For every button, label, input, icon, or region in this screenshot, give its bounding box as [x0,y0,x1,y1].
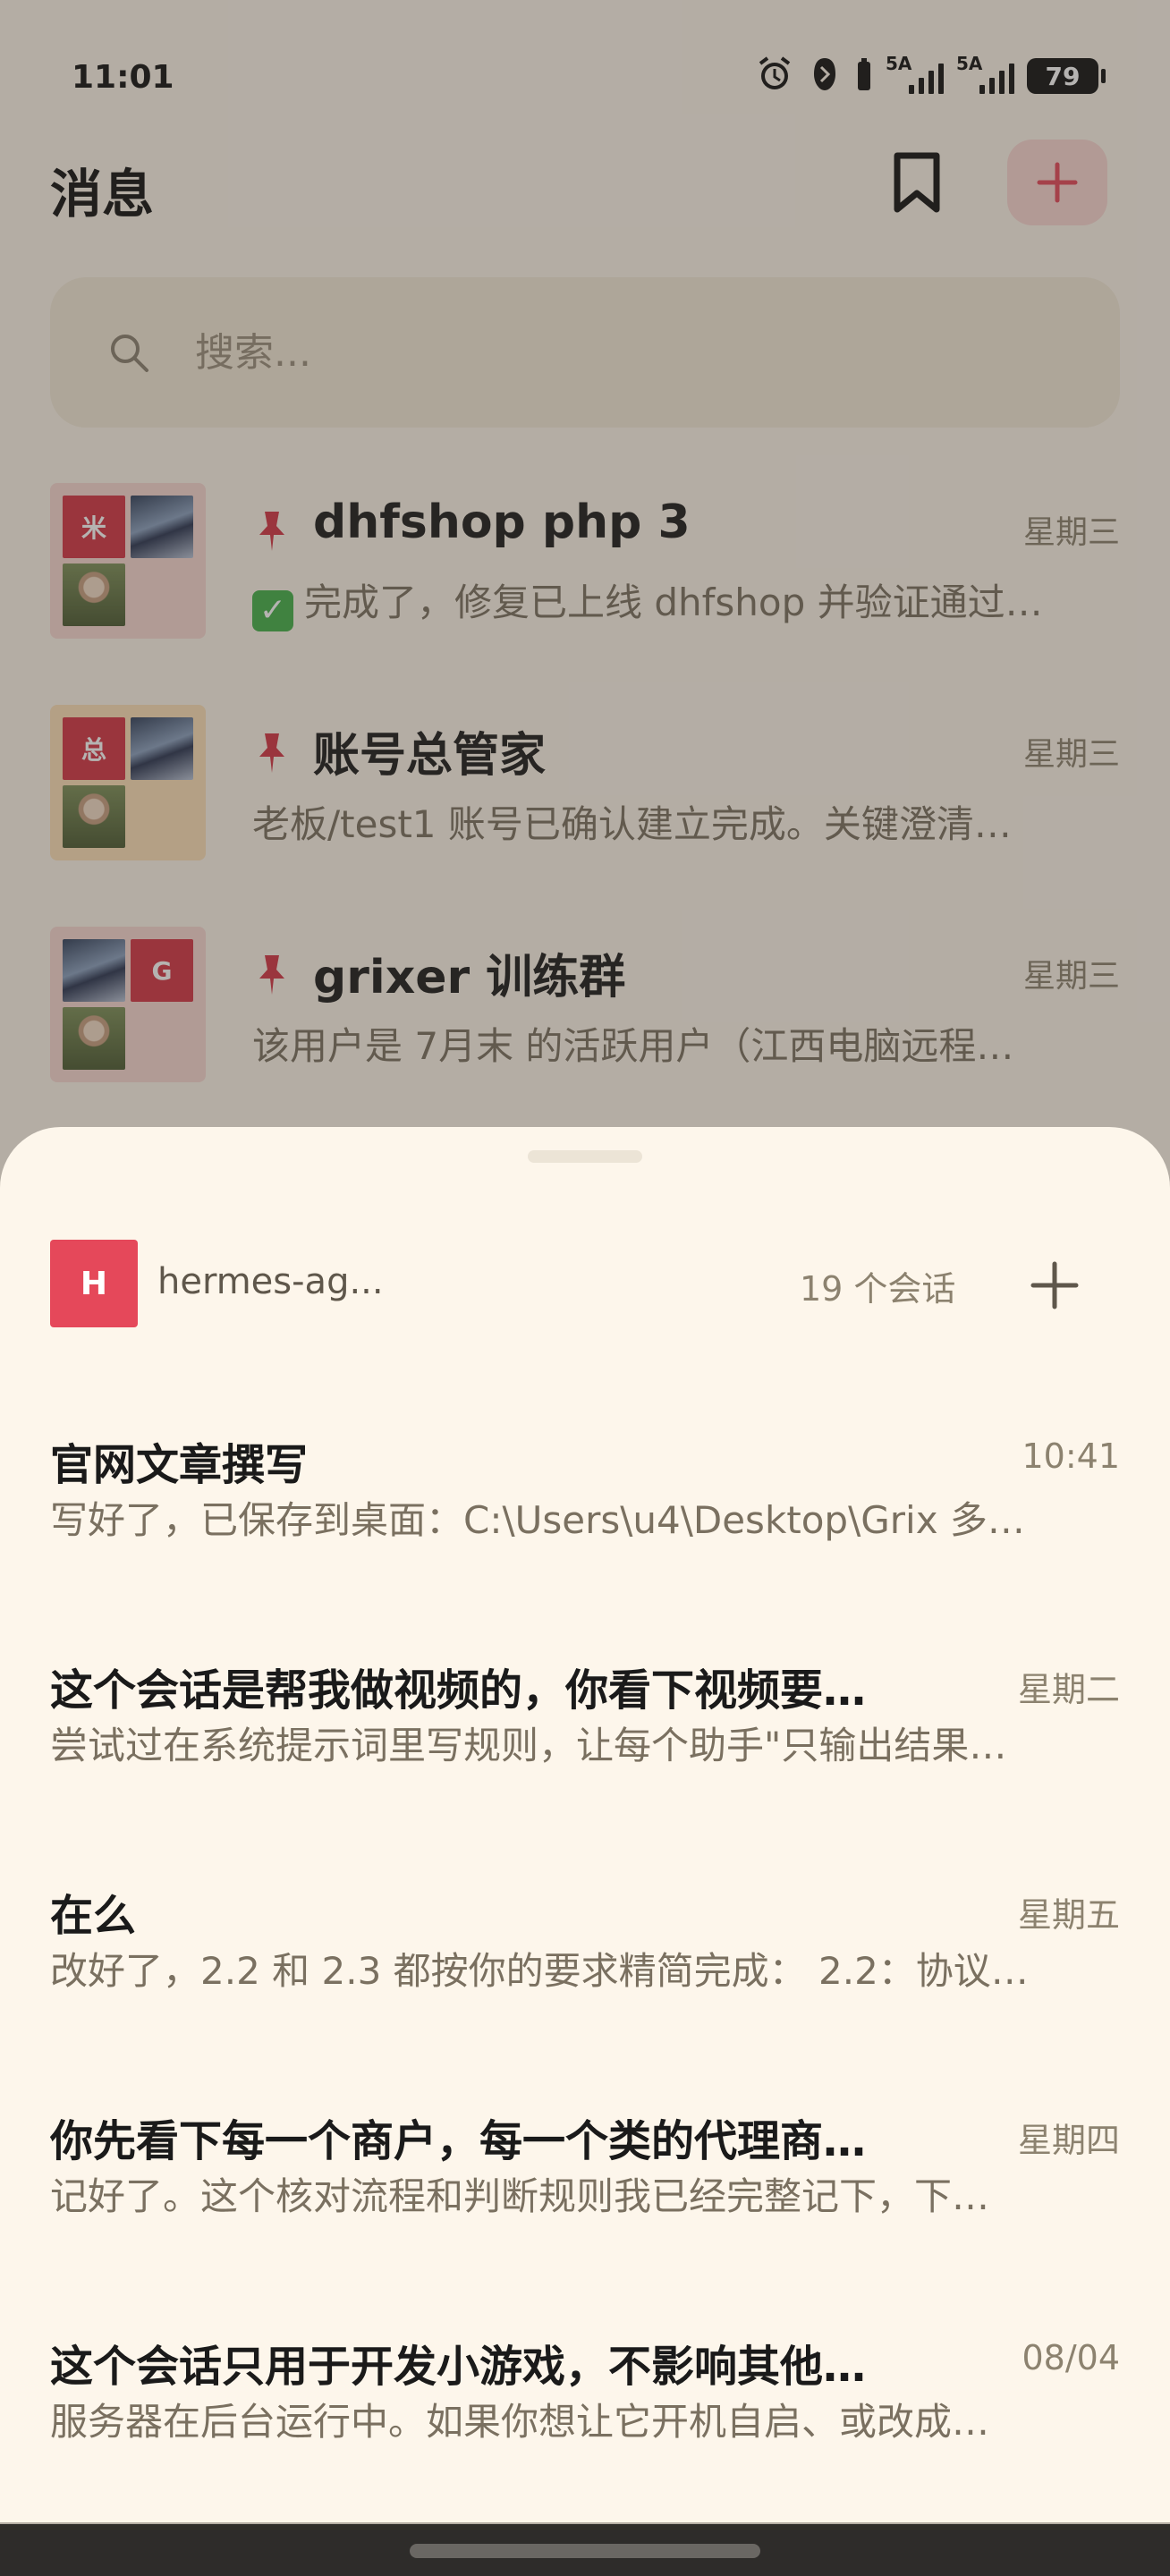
session-preview: 写好了，已保存到桌面：C:\Users\u4\Desktop\Grix 多… [50,1498,1025,1542]
home-gesture-handle[interactable] [410,2544,760,2558]
session-time: 星期四 [1017,2121,1120,2160]
session-time: 星期五 [1017,1895,1120,1935]
session-title: 这个会话只用于开发小游戏，不影响其他… [50,2342,867,2392]
sheet-drag-handle[interactable] [528,1150,642,1163]
sessions-bottom-sheet: H hermes-ag... 19 个会话 官网文章撰写 10:41 写好了，已… [0,1127,1170,2522]
new-session-button[interactable] [1023,1254,1086,1317]
session-title: 这个会话是帮我做视频的，你看下视频要… [50,1665,867,1716]
session-item[interactable]: 这个会话只用于开发小游戏，不影响其他… 08/04 服务器在后台运行中。如果你想… [50,2331,1120,2483]
session-time: 08/04 [1022,2338,1120,2377]
session-item[interactable]: 在么 星期五 改好了，2.2 和 2.3 都按你的要求精简完成： 2.2：协议… [50,1880,1120,2032]
session-preview: 改好了，2.2 和 2.3 都按你的要求精简完成： 2.2：协议… [50,1949,1029,1993]
session-title: 官网文章撰写 [50,1440,309,1490]
session-preview: 尝试过在系统提示词里写规则，让每个助手"只输出结果… [50,1724,1007,1767]
system-navigation-bar [0,2524,1170,2576]
session-title: 在么 [50,1891,137,1941]
agent-name: hermes-ag... [157,1261,384,1302]
session-time: 10:41 [1022,1436,1120,1476]
session-count: 19 个会话 [800,1269,956,1309]
agent-header: H hermes-ag... 19 个会话 [50,1240,1120,1329]
session-preview: 记好了。这个核对流程和判断规则我已经完整记下，下… [50,2174,990,2218]
session-time: 星期二 [1017,1670,1120,1709]
messages-screen: 11:01 5A 5A 79 消息 搜索... 米 dhfshop php 3 … [0,0,1170,2576]
session-preview: 服务器在后台运行中。如果你想让它开机自启、或改成… [50,2400,990,2444]
session-item[interactable]: 官网文章撰写 10:41 写好了，已保存到桌面：C:\Users\u4\Desk… [50,1429,1120,1581]
session-title: 你先看下每一个商户，每一个类的代理商… [50,2116,867,2166]
plus-icon [1030,1261,1079,1309]
agent-avatar: H [50,1240,138,1327]
session-item[interactable]: 这个会话是帮我做视频的，你看下视频要… 星期二 尝试过在系统提示词里写规则，让每… [50,1655,1120,1807]
session-item[interactable]: 你先看下每一个商户，每一个类的代理商… 星期四 记好了。这个核对流程和判断规则我… [50,2106,1120,2258]
